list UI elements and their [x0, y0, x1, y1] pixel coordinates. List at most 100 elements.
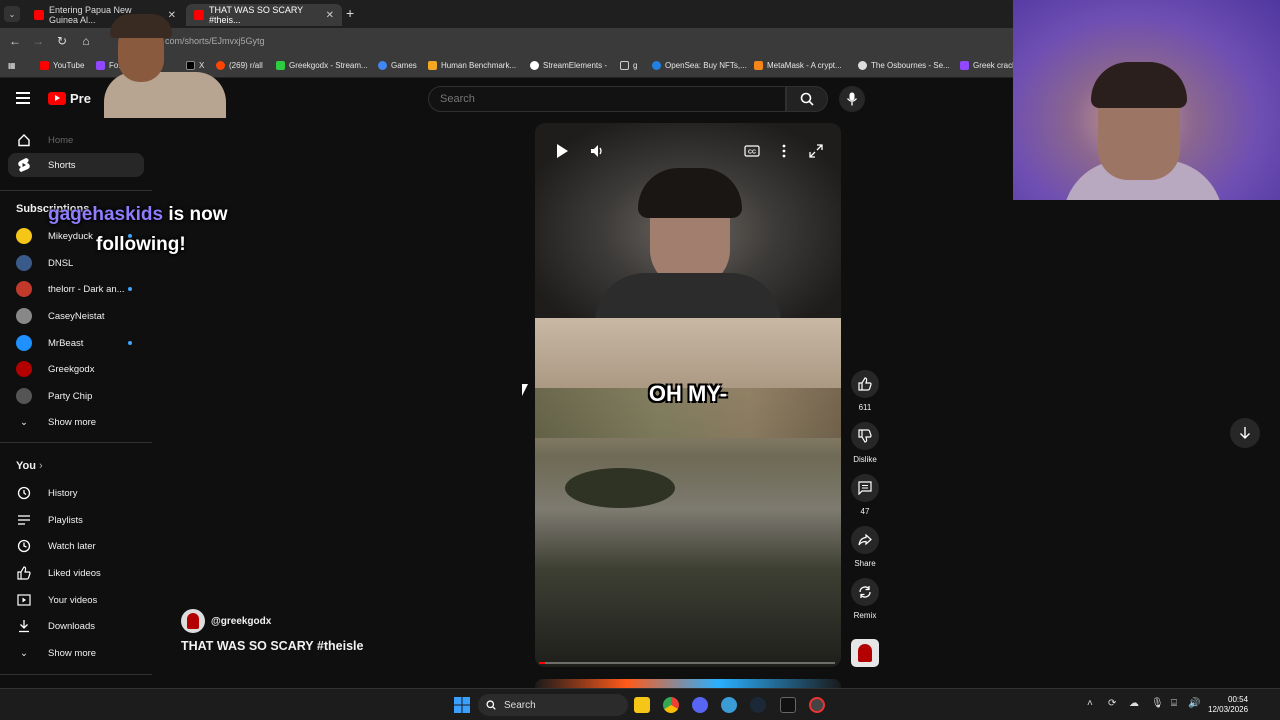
- video-caption: OH MY-: [648, 381, 728, 406]
- sidebar-item-label: Playlists: [48, 514, 83, 526]
- sidebar-item-label: Home: [48, 134, 74, 146]
- divider: [0, 674, 152, 675]
- close-tab-icon[interactable]: ✕: [326, 10, 334, 21]
- new-tab-icon[interactable]: +: [346, 5, 354, 21]
- sidebar-item-watch-later[interactable]: Watch later: [8, 534, 144, 558]
- opensea-icon: [652, 61, 661, 70]
- sync-icon[interactable]: ⟳: [1108, 698, 1116, 709]
- more-vert-icon: [782, 144, 786, 158]
- discord-icon[interactable]: [692, 697, 708, 713]
- comment-count: 47: [860, 507, 870, 516]
- chevron-up-icon[interactable]: ˄: [1087, 698, 1093, 709]
- menu-icon[interactable]: [16, 92, 30, 104]
- next-short-button[interactable]: [1230, 418, 1260, 448]
- show-more-subscriptions[interactable]: ⌄ Show more: [8, 410, 144, 434]
- volume-button[interactable]: [585, 139, 609, 163]
- taskbar-clock[interactable]: 00:54 12/03/2026: [1208, 695, 1248, 715]
- dislike-action[interactable]: Dislike: [850, 422, 880, 464]
- sidebar-item-greekgodx[interactable]: Greekgodx: [8, 357, 144, 381]
- youtube-favicon-icon: [34, 10, 44, 20]
- you-heading-label: You: [16, 460, 36, 472]
- bookmark-streamelements[interactable]: StreamElements -: [530, 61, 607, 70]
- bookmark-greekgodx-stream[interactable]: Greekgodx - Stream...: [276, 61, 368, 70]
- like-action[interactable]: 611: [850, 370, 880, 412]
- channel-link[interactable]: @greekgodx: [181, 609, 271, 633]
- bookmark-osbournes[interactable]: The Osbournes - Se...: [858, 61, 950, 70]
- share-icon: [858, 534, 872, 546]
- you-heading[interactable]: You ›: [16, 460, 43, 472]
- fullscreen-button[interactable]: [804, 139, 828, 163]
- speaker-icon[interactable]: 🔊: [1188, 698, 1200, 709]
- remix-button[interactable]: [851, 578, 879, 606]
- cloud-icon[interactable]: ☁: [1129, 698, 1139, 709]
- dislike-label: Dislike: [853, 455, 877, 464]
- sidebar-item-shorts[interactable]: Shorts: [8, 153, 144, 177]
- share-action[interactable]: Share: [850, 526, 880, 568]
- taskbar-search[interactable]: Search: [478, 694, 628, 716]
- share-button[interactable]: [851, 526, 879, 554]
- terminal-icon[interactable]: [780, 697, 796, 713]
- steam-icon[interactable]: [750, 697, 766, 713]
- play-button[interactable]: [550, 139, 574, 163]
- video-progress-bar[interactable]: [539, 662, 835, 664]
- search-input[interactable]: [440, 93, 760, 105]
- sound-channel-thumbnail[interactable]: [851, 639, 879, 667]
- sidebar-item-caseyneistat[interactable]: CaseyNeistat: [8, 304, 144, 328]
- bookmark-label: Games: [391, 61, 417, 70]
- comment-icon: [858, 481, 872, 495]
- file-explorer-icon[interactable]: [634, 697, 650, 713]
- bookmark-human-benchmark[interactable]: Human Benchmark...: [428, 61, 516, 70]
- chrome-icon[interactable]: [663, 697, 679, 713]
- captions-button[interactable]: CC: [740, 139, 764, 163]
- sidebar-item-party-chip[interactable]: Party Chip: [8, 384, 144, 408]
- apps-icon[interactable]: ▦: [8, 61, 16, 70]
- comments-action[interactable]: 47: [850, 474, 880, 516]
- follow-alert-character: [100, 14, 230, 118]
- playlists-icon: [16, 512, 32, 528]
- microphone-icon[interactable]: 🎙: [1151, 698, 1164, 709]
- remix-action[interactable]: Remix: [850, 578, 880, 620]
- voice-search-button[interactable]: [839, 86, 865, 112]
- bookmark-greek-crack[interactable]: Greek crack: [960, 61, 1016, 70]
- character-hair: [110, 14, 172, 38]
- captions-icon: CC: [744, 145, 760, 157]
- follow-text: is now: [163, 204, 228, 225]
- sidebar-item-home[interactable]: Home: [8, 128, 144, 152]
- show-more-you[interactable]: ⌄ Show more: [8, 641, 144, 665]
- bookmark-metamask[interactable]: MetaMask - A crypt...: [754, 61, 842, 70]
- sidebar-item-downloads[interactable]: Downloads: [8, 614, 144, 638]
- home-icon[interactable]: ⌂: [78, 34, 94, 48]
- back-icon[interactable]: ←: [7, 34, 23, 48]
- bookmark-label: MetaMask - A crypt...: [767, 61, 842, 70]
- mouse-cursor: [522, 384, 528, 396]
- obs-icon[interactable]: [809, 697, 825, 713]
- comments-button[interactable]: [851, 474, 879, 502]
- sidebar-item-liked-videos[interactable]: Liked videos: [8, 561, 144, 585]
- bookmark-games[interactable]: Games: [378, 61, 417, 70]
- bookmark-opensea[interactable]: OpenSea: Buy NFTs,...: [652, 61, 747, 70]
- search-button[interactable]: [786, 86, 828, 112]
- app-icon[interactable]: [721, 697, 737, 713]
- tab-search-icon[interactable]: ⌄: [4, 6, 20, 22]
- start-button[interactable]: [454, 697, 470, 713]
- youtube-premium-logo[interactable]: Pre: [48, 91, 91, 106]
- search-icon: [486, 700, 496, 710]
- bookmark-folder-g[interactable]: g: [620, 61, 637, 70]
- network-icon[interactable]: ⌸: [1171, 698, 1177, 709]
- microphone-icon: [846, 92, 858, 106]
- shorts-player[interactable]: OH MY- CC: [535, 123, 841, 667]
- more-options-button[interactable]: [772, 139, 796, 163]
- forward-icon[interactable]: →: [30, 34, 46, 48]
- sidebar-item-your-videos[interactable]: Your videos: [8, 588, 144, 612]
- bookmark-youtube[interactable]: YouTube: [40, 61, 84, 70]
- island: [565, 468, 675, 508]
- reload-icon[interactable]: ↻: [54, 34, 70, 48]
- sidebar-item-playlists[interactable]: Playlists: [8, 508, 144, 532]
- sidebar-item-label: Downloads: [48, 620, 95, 632]
- sidebar-item-thelorr[interactable]: thelorr - Dark an...: [8, 277, 144, 301]
- sidebar-item-mrbeast[interactable]: MrBeast: [8, 331, 144, 355]
- sidebar-item-label: History: [48, 487, 78, 499]
- like-button[interactable]: [851, 370, 879, 398]
- dislike-button[interactable]: [851, 422, 879, 450]
- sidebar-item-history[interactable]: History: [8, 481, 144, 505]
